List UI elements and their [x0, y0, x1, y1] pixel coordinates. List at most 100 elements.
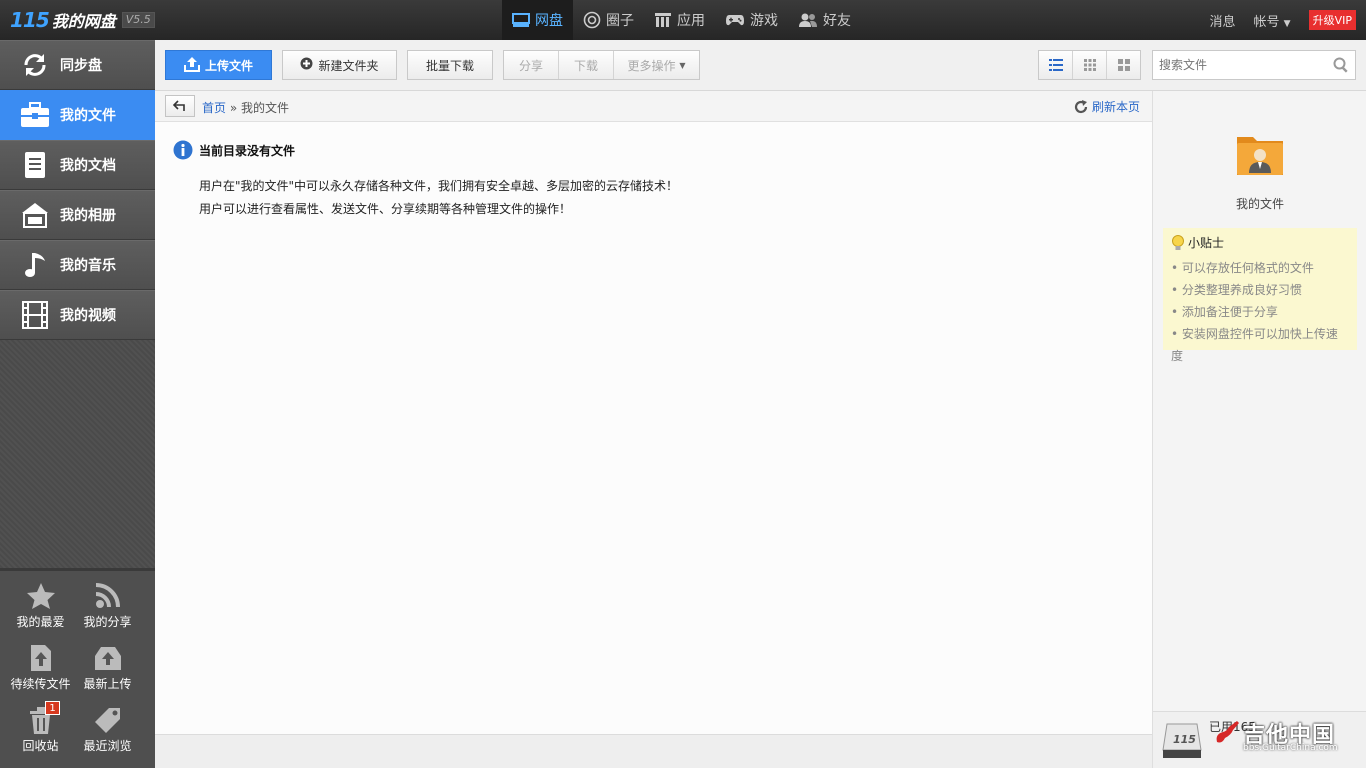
nav-circle[interactable]: 圈子	[573, 0, 644, 40]
app-logo[interactable]: 115 我的网盘 V5.5	[10, 8, 155, 32]
nav-friends-label: 好友	[823, 13, 851, 29]
gamepad-icon	[726, 15, 744, 26]
nav-drive-label: 网盘	[535, 13, 563, 29]
shortcut-pending-upload[interactable]: 待续传文件	[7, 643, 74, 693]
circle-icon	[583, 11, 601, 29]
refresh-icon	[1074, 99, 1088, 113]
shortcut-recent-browse[interactable]: 最近浏览	[74, 705, 141, 755]
document-icon	[20, 150, 50, 180]
back-arrow-icon	[173, 100, 185, 111]
star-icon	[26, 581, 56, 611]
logo-number: 115	[10, 8, 50, 32]
sidebar: 同步盘 我的文件 我的文档 我的相册 我的音乐 我的视频 我的最爱 我的分享 待…	[0, 40, 155, 768]
briefcase-icon	[20, 100, 50, 130]
nav-apps[interactable]: 应用	[644, 0, 715, 40]
tag-icon	[93, 705, 123, 735]
file-actions-group: 分享 下载 更多操作 ▼	[503, 50, 700, 80]
svg-text:115: 115	[1173, 733, 1196, 746]
list-view-icon	[1048, 59, 1063, 71]
tip-item: • 安装网盘控件可以加快上传速度	[1171, 327, 1338, 363]
breadcrumb-separator: »	[229, 101, 238, 115]
shortcut-favorites[interactable]: 我的最爱	[7, 581, 74, 631]
file-list-area: 当前目录没有文件 用户在"我的文件"中可以永久存储各种文件，我们拥有安全卓越、多…	[155, 122, 1152, 734]
list-view-button[interactable]	[1039, 51, 1072, 79]
sidebar-shortcuts: 我的最爱 我的分享 待续传文件 最新上传 1 回收站 最近浏览	[0, 568, 155, 768]
tip-item: • 添加备注便于分享	[1171, 305, 1278, 319]
small-grid-view-button[interactable]	[1072, 51, 1106, 79]
upload-pending-icon	[28, 643, 54, 673]
tips-title: 小贴士	[1171, 234, 1349, 251]
back-button[interactable]	[165, 95, 195, 117]
batch-download-button[interactable]: 批量下载	[407, 50, 493, 80]
new-folder-button[interactable]: 新建文件夹	[282, 50, 397, 80]
nav-drive[interactable]: 网盘	[502, 0, 573, 40]
shortcut-label: 我的分享	[83, 615, 132, 629]
refresh-page-button[interactable]: 刷新本页	[1074, 98, 1140, 115]
chevron-down-icon: ▼	[1283, 18, 1291, 29]
more-actions-dropdown[interactable]: 更多操作 ▼	[613, 51, 699, 79]
new-folder-label: 新建文件夹	[318, 58, 379, 73]
right-panel: 我的文件 小贴士 • 可以存放任何格式的文件 • 分类整理养成良好习惯 • 添加…	[1152, 91, 1366, 768]
refresh-label: 刷新本页	[1091, 100, 1140, 114]
search-box	[1152, 50, 1356, 80]
tips-title-label: 小贴士	[1188, 236, 1225, 250]
folder-name: 我的文件	[1235, 197, 1284, 211]
info-icon	[173, 140, 193, 160]
sync-icon	[20, 50, 50, 80]
upload-file-button[interactable]: 上传文件	[165, 50, 272, 80]
breadcrumb: 首页 » 我的文件	[202, 99, 289, 116]
apps-icon	[655, 13, 671, 27]
empty-notice: 当前目录没有文件	[173, 140, 295, 160]
storage-info: 115 已用165 吉他中国 bbs.GuitarChina.com	[1153, 711, 1366, 768]
tips-box: 小贴士 • 可以存放任何格式的文件 • 分类整理养成良好习惯 • 添加备注便于分…	[1163, 228, 1357, 363]
large-grid-icon	[1117, 59, 1130, 71]
nav-games[interactable]: 游戏	[715, 0, 788, 40]
sidebar-item-label: 我的文件	[60, 108, 116, 124]
top-nav: 网盘 圈子 应用 游戏 好友	[502, 0, 861, 40]
sidebar-item-my-music[interactable]: 我的音乐	[0, 240, 155, 290]
sidebar-item-sync[interactable]: 同步盘	[0, 40, 155, 90]
batch-download-label: 批量下载	[425, 58, 474, 73]
nav-friends[interactable]: 好友	[788, 0, 861, 40]
download-button[interactable]: 下载	[558, 51, 613, 79]
watermark-url: bbs.GuitarChina.com	[1243, 743, 1338, 753]
breadcrumb-home[interactable]: 首页	[202, 101, 226, 115]
guitar-logo-icon	[1216, 721, 1239, 743]
chevron-down-icon: ▼	[679, 60, 686, 70]
tip-item: • 分类整理养成良好习惯	[1171, 283, 1302, 297]
shortcut-my-share[interactable]: 我的分享	[74, 581, 141, 631]
music-icon	[20, 250, 50, 280]
sidebar-item-my-docs[interactable]: 我的文档	[0, 140, 155, 190]
messages-link[interactable]: 消息	[1210, 11, 1236, 30]
logo-name: 我的网盘	[51, 12, 116, 31]
friends-icon	[799, 13, 817, 27]
upload-icon	[183, 56, 200, 75]
search-icon[interactable]	[1333, 57, 1349, 76]
tip-item: • 可以存放任何格式的文件	[1171, 261, 1314, 275]
shortcut-label: 最近浏览	[83, 739, 132, 753]
breadcrumb-current: 我的文件	[241, 101, 290, 115]
top-bar: 115 我的网盘 V5.5 网盘 圈子 应用 游戏 好友 消息 帐号 ▼ 升级V…	[0, 0, 1366, 40]
search-input[interactable]	[1153, 51, 1323, 79]
shortcut-label: 我的最爱	[16, 615, 65, 629]
sidebar-item-my-video[interactable]: 我的视频	[0, 290, 155, 340]
download-label: 下载	[573, 58, 598, 73]
toolbar: 上传文件 新建文件夹 批量下载 分享 下载 更多操作 ▼	[155, 40, 1366, 91]
album-icon	[20, 200, 50, 230]
large-grid-view-button[interactable]	[1106, 51, 1140, 79]
sidebar-item-my-album[interactable]: 我的相册	[0, 190, 155, 240]
shortcut-recycle-bin[interactable]: 1 回收站	[7, 701, 74, 755]
sidebar-item-label: 同步盘	[60, 58, 102, 74]
account-menu[interactable]: 帐号 ▼	[1254, 11, 1291, 30]
share-button[interactable]: 分享	[504, 51, 558, 79]
upload-file-label: 上传文件	[204, 58, 253, 73]
film-icon	[20, 300, 50, 330]
sidebar-item-label: 我的视频	[60, 308, 116, 324]
plus-circle-icon	[300, 57, 313, 73]
shortcut-recent-upload[interactable]: 最新上传	[74, 643, 141, 693]
recent-upload-icon	[93, 643, 123, 673]
upgrade-vip-button[interactable]: 升级VIP	[1308, 10, 1356, 30]
sidebar-item-label: 我的相册	[60, 208, 116, 224]
sidebar-item-my-files[interactable]: 我的文件	[0, 90, 155, 140]
top-right-menu: 消息 帐号 ▼ 升级VIP	[1210, 0, 1356, 40]
